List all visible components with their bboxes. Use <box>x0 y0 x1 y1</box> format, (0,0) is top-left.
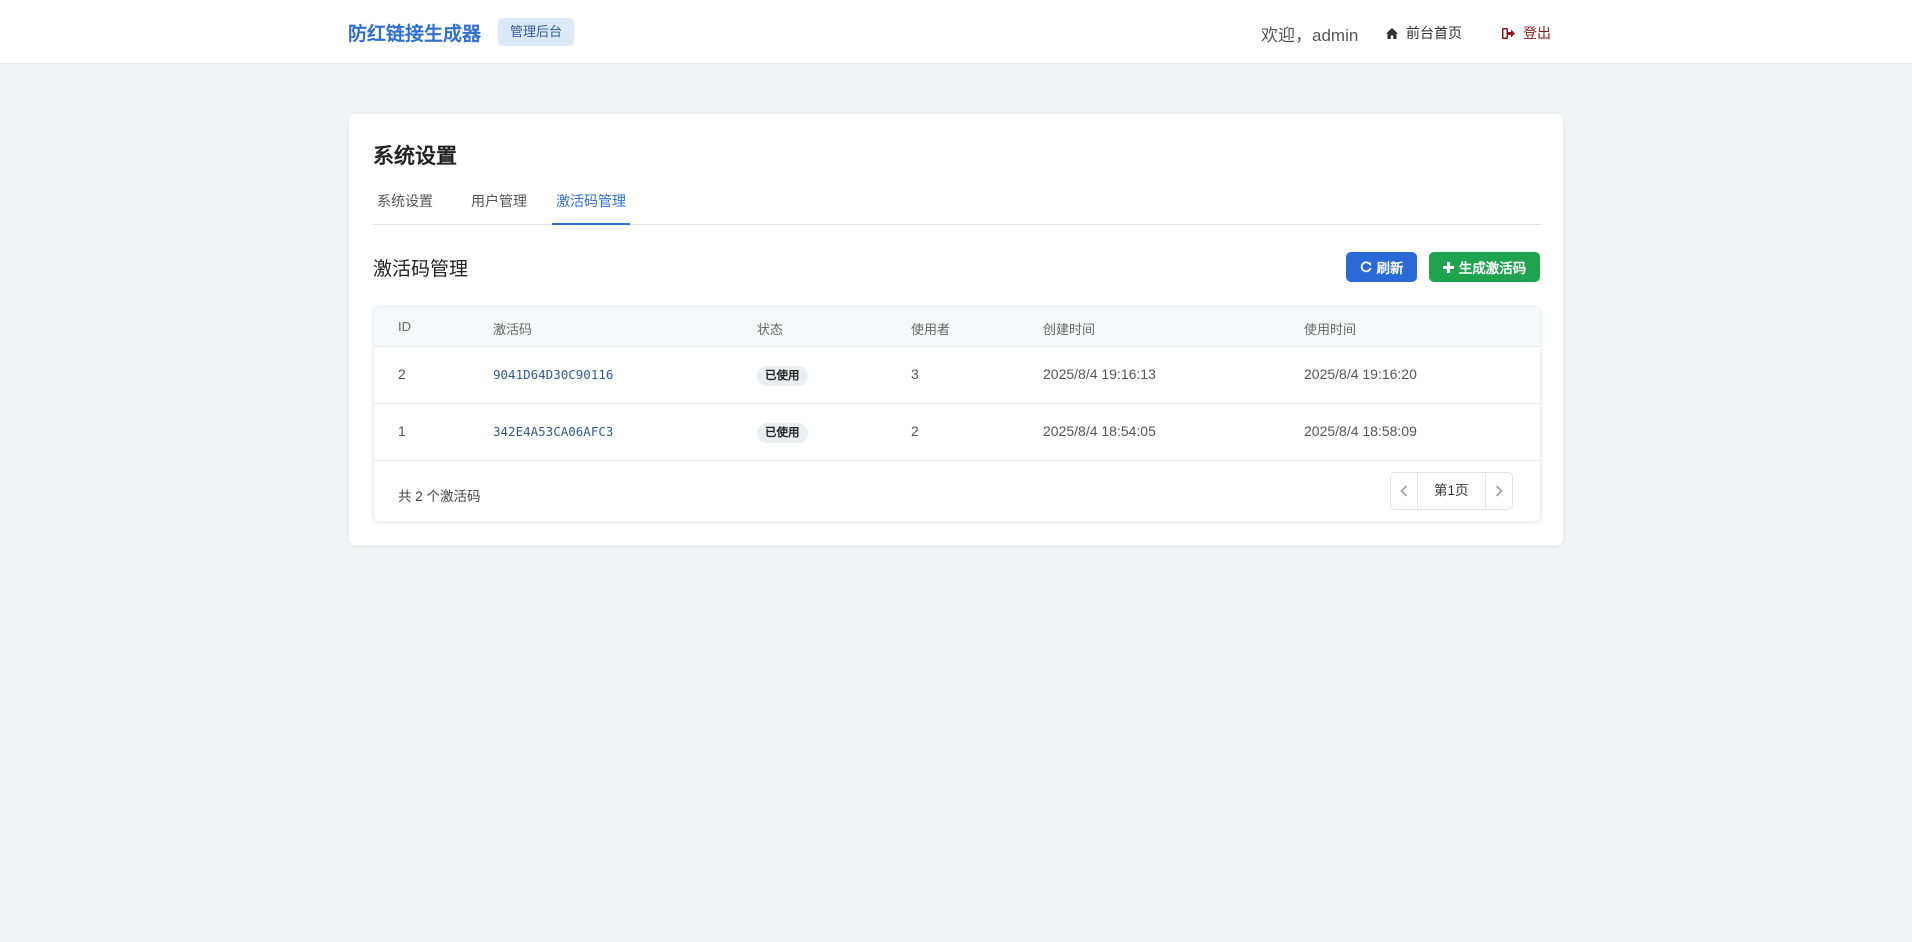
home-link[interactable]: 前台首页 <box>1386 23 1462 43</box>
cell-used: 2025/8/4 19:16:20 <box>1304 366 1417 382</box>
logout-link-label: 登出 <box>1523 25 1551 41</box>
settings-tabs: 系统设置 用户管理 激活码管理 <box>373 191 1541 225</box>
next-page-button[interactable] <box>1485 473 1512 509</box>
column-header-status: 状态 <box>757 322 784 337</box>
table-row: 1 342E4A53CA06AFC3 已使用 2 2025/8/4 18:54:… <box>374 404 1540 461</box>
chevron-left-icon <box>1400 485 1408 497</box>
cell-user: 3 <box>911 366 919 382</box>
table-row: 2 9041D64D30C90116 已使用 3 2025/8/4 19:16:… <box>374 347 1540 404</box>
generate-code-button-label: 生成激活码 <box>1458 261 1527 276</box>
section-title: 激活码管理 <box>373 259 469 280</box>
status-badge: 已使用 <box>757 423 808 443</box>
activation-code-table: ID 激活码 状态 使用者 创建时间 使用时间 2 9041D64D30C901… <box>373 306 1541 522</box>
plus-icon <box>1442 261 1454 273</box>
total-count: 共 2 个激活码 <box>398 489 481 504</box>
refresh-button[interactable]: 刷新 <box>1346 252 1417 282</box>
chevron-right-icon <box>1495 485 1503 497</box>
column-header-id: ID <box>398 319 411 334</box>
brand-title[interactable]: 防红链接生成器 <box>348 19 481 46</box>
cell-code: 342E4A53CA06AFC3 <box>493 424 614 439</box>
cell-user: 2 <box>911 423 919 439</box>
generate-code-button[interactable]: 生成激活码 <box>1429 252 1540 282</box>
cell-id: 2 <box>398 366 406 382</box>
settings-card: 系统设置 系统设置 用户管理 激活码管理 激活码管理 刷新 生成激活码 ID 激… <box>348 113 1564 546</box>
refresh-button-label: 刷新 <box>1376 261 1404 276</box>
current-page[interactable]: 第1页 <box>1417 473 1486 509</box>
column-header-used: 使用时间 <box>1304 322 1357 337</box>
page-title: 系统设置 <box>373 145 457 168</box>
tab-system-settings[interactable]: 系统设置 <box>373 191 437 225</box>
cell-id: 1 <box>398 423 406 439</box>
cell-used: 2025/8/4 18:58:09 <box>1304 423 1417 439</box>
sign-out-icon <box>1502 27 1515 39</box>
home-link-label: 前台首页 <box>1406 25 1462 41</box>
home-icon <box>1386 27 1398 39</box>
column-header-code: 激活码 <box>493 322 533 337</box>
admin-badge: 管理后台 <box>498 18 575 46</box>
cell-code: 9041D64D30C90116 <box>493 367 614 382</box>
top-navbar: 防红链接生成器 管理后台 欢迎，admin 前台首页 登出 <box>0 0 1912 64</box>
logout-link[interactable]: 登出 <box>1502 23 1551 43</box>
refresh-icon <box>1360 261 1372 273</box>
pagination: 第1页 <box>1390 472 1513 510</box>
tab-activation-codes[interactable]: 激活码管理 <box>552 191 630 225</box>
welcome-text: 欢迎，admin <box>1261 26 1359 45</box>
column-header-created: 创建时间 <box>1043 322 1096 337</box>
table-header: ID 激活码 状态 使用者 创建时间 使用时间 <box>374 307 1540 347</box>
tab-user-management[interactable]: 用户管理 <box>467 191 531 225</box>
prev-page-button[interactable] <box>1391 473 1417 509</box>
cell-created: 2025/8/4 18:54:05 <box>1043 423 1156 439</box>
column-header-user: 使用者 <box>911 322 951 337</box>
status-badge: 已使用 <box>757 366 808 386</box>
cell-created: 2025/8/4 19:16:13 <box>1043 366 1156 382</box>
